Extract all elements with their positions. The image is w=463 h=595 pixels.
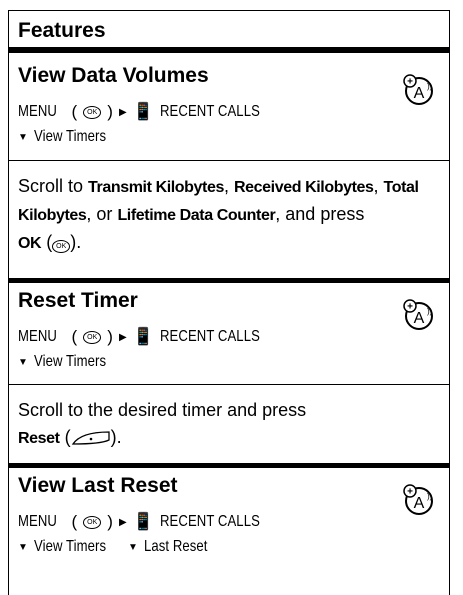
submenu-last-reset: Last Reset	[143, 538, 208, 555]
arrow-down-icon: ▼	[18, 356, 28, 368]
network-feature-icon: + A ))	[403, 74, 433, 105]
svg-text:A: A	[414, 495, 425, 512]
menu-label: MENU	[18, 103, 57, 120]
arrow-right-icon: ▶	[119, 516, 127, 528]
menu-label: MENU	[18, 328, 57, 345]
arrow-down-icon: ▼	[18, 541, 28, 553]
table-header: Features	[8, 10, 450, 53]
arrow-right-icon: ▶	[119, 106, 127, 118]
svg-text:+: +	[407, 302, 413, 313]
svg-text:+: +	[407, 77, 413, 88]
network-feature-icon: + A ))	[403, 484, 433, 515]
arrow-right-icon: ▶	[119, 331, 127, 343]
recent-calls-label: RECENT CALLS	[160, 103, 261, 120]
ok-key-icon: OK	[83, 330, 102, 344]
submenu-path-2: ▼ View Timers	[18, 353, 122, 371]
recent-calls-icon: 📱	[132, 102, 155, 121]
menu-path-2: MENU (OK) ▶ 📱 RECENT CALLS	[18, 327, 261, 346]
svg-text:)): ))	[427, 307, 433, 316]
arrow-down-icon: ▼	[18, 131, 28, 143]
recent-calls-icon: 📱	[132, 327, 155, 346]
submenu-view-timers: View Timers	[34, 353, 107, 370]
ok-key-icon: OK	[83, 515, 102, 529]
menu-path-1: MENU (OK) ▶ 📱 RECENT CALLS	[18, 102, 261, 121]
instruction-paragraph-1: Scroll to Transmit Kilobytes, Received K…	[18, 176, 419, 253]
submenu-path-3: ▼ View Timers ▼ Last Reset	[18, 538, 221, 556]
divider	[8, 384, 450, 385]
network-feature-icon: + A ))	[403, 299, 433, 330]
svg-text:+: +	[407, 487, 413, 498]
svg-text:)): ))	[427, 82, 433, 91]
section-title-view-data-volumes: View Data Volumes	[18, 64, 209, 87]
menu-path-3: MENU (OK) ▶ 📱 RECENT CALLS	[18, 512, 261, 531]
header-title: Features	[18, 19, 106, 42]
menu-label: MENU	[18, 513, 57, 530]
recent-calls-label: RECENT CALLS	[160, 513, 261, 530]
section-divider	[8, 463, 450, 468]
recent-calls-icon: 📱	[132, 512, 155, 531]
submenu-path-1: ▼ View Timers	[18, 128, 122, 146]
submenu-view-timers: View Timers	[34, 128, 107, 145]
section-title-view-last-reset: View Last Reset	[18, 474, 178, 497]
svg-text:A: A	[414, 310, 425, 327]
section-divider	[8, 278, 450, 283]
soft-key-icon	[71, 431, 110, 445]
svg-text:A: A	[414, 85, 425, 102]
submenu-view-timers: View Timers	[34, 538, 107, 555]
recent-calls-label: RECENT CALLS	[160, 328, 261, 345]
ok-key-icon: OK	[83, 105, 102, 119]
instruction-paragraph-2: Scroll to the desired timer and press Re…	[18, 400, 307, 447]
ok-key-icon: OK	[52, 240, 71, 253]
divider	[8, 160, 450, 161]
arrow-down-icon: ▼	[127, 541, 138, 553]
section-title-reset-timer: Reset Timer	[18, 289, 138, 312]
svg-text:)): ))	[427, 492, 433, 501]
